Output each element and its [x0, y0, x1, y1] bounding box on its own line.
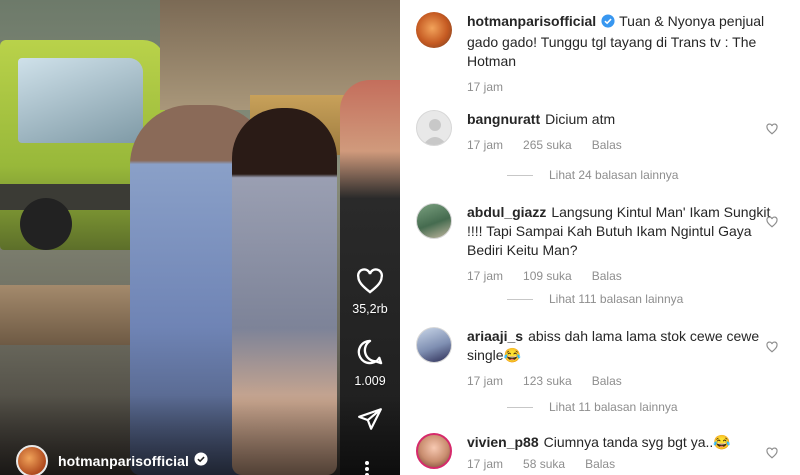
video-frame-table: [0, 285, 140, 345]
comment-time[interactable]: 17 jam: [467, 457, 503, 471]
likes-count: 35,2rb: [352, 302, 388, 316]
more-ellipsis-icon[interactable]: [364, 460, 370, 475]
heart-icon[interactable]: [766, 122, 778, 140]
comment-username[interactable]: bangnuratt: [467, 111, 540, 127]
verified-badge-icon: [601, 14, 615, 33]
heart-icon[interactable]: [356, 268, 384, 299]
like-action[interactable]: 35,2rb: [340, 268, 400, 316]
comment-username[interactable]: ariaaji_s: [467, 328, 523, 344]
reply-button[interactable]: Balas: [592, 138, 622, 152]
comment-likes[interactable]: 265 suka: [523, 138, 572, 152]
comment-text: Ciumnya tanda syg bgt ya..😂: [543, 434, 731, 450]
comment-username[interactable]: abdul_giazz: [467, 204, 546, 220]
heart-icon[interactable]: [766, 446, 778, 464]
comment-item: bangnuratt Dicium atm 17 jam 265 suka Bal…: [416, 110, 786, 152]
comment-action[interactable]: 1.009: [340, 338, 400, 388]
comment-time[interactable]: 17 jam: [467, 269, 503, 283]
view-replies-button[interactable]: Lihat 24 balasan lainnya: [507, 168, 678, 182]
avatar[interactable]: [416, 203, 452, 239]
comment-time[interactable]: 17 jam: [467, 374, 503, 388]
comment-likes[interactable]: 123 suka: [523, 374, 572, 388]
reply-button[interactable]: Balas: [592, 269, 622, 283]
video-author[interactable]: hotmanparisofficial: [16, 445, 208, 475]
comments-panel: hotmanparisofficial Tuan & Nyonya penjual…: [400, 0, 800, 475]
verified-badge-icon: [194, 451, 208, 471]
video-username[interactable]: hotmanparisofficial: [58, 453, 189, 469]
caption-time[interactable]: 17 jam: [467, 80, 503, 94]
comment-text: Dicium atm: [545, 111, 616, 127]
heart-icon[interactable]: [766, 340, 778, 358]
comment-likes[interactable]: 58 suka: [523, 457, 565, 471]
comment-likes[interactable]: 109 suka: [523, 269, 572, 283]
caption-username[interactable]: hotmanparisofficial: [467, 13, 596, 29]
reply-button[interactable]: Balas: [592, 374, 622, 388]
heart-icon[interactable]: [766, 215, 778, 233]
avatar[interactable]: [416, 12, 452, 48]
comment-item: vivien_p88 Ciumnya tanda syg bgt ya..😂 17…: [416, 433, 786, 471]
comment-bubble-icon[interactable]: [356, 338, 384, 371]
post-caption: hotmanparisofficial Tuan & Nyonya penjual…: [416, 12, 786, 94]
view-replies-button[interactable]: Lihat 111 balasan lainnya: [507, 292, 683, 306]
avatar[interactable]: [416, 433, 452, 469]
reply-button[interactable]: Balas: [585, 457, 615, 471]
comments-count: 1.009: [354, 374, 386, 388]
view-replies-button[interactable]: Lihat 11 balasan lainnya: [507, 400, 678, 414]
comment-item: ariaaji_s abiss dah lama lama stok cewe c…: [416, 327, 786, 388]
comment-time[interactable]: 17 jam: [467, 138, 503, 152]
video-player[interactable]: 35,2rb 1.009 hotmanparisofficial: [0, 0, 400, 475]
comment-item: abdul_giazz Langsung Kintul Man' Ikam Sun…: [416, 203, 786, 283]
comment-username[interactable]: vivien_p88: [467, 434, 539, 450]
avatar[interactable]: [16, 445, 48, 475]
share-action[interactable]: [340, 406, 400, 437]
avatar[interactable]: [416, 327, 452, 363]
avatar[interactable]: [416, 110, 452, 146]
share-send-icon[interactable]: [357, 406, 383, 437]
